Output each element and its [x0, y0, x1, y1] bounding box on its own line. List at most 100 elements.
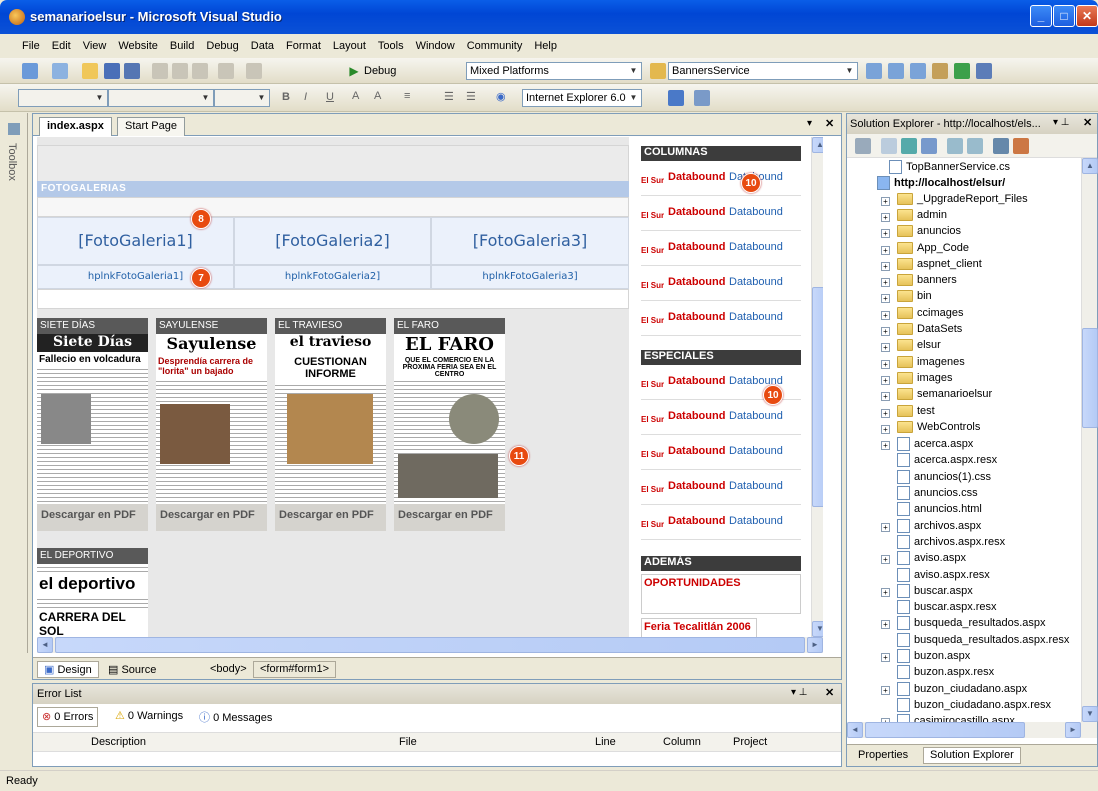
scroll-left-icon[interactable]: ◄ [847, 722, 863, 738]
tab-index-aspx[interactable]: index.aspx [39, 117, 112, 136]
especiales-row[interactable]: El Sur Databound Databound [641, 506, 801, 540]
databound-link[interactable]: Databound [729, 410, 783, 422]
forecolor-icon[interactable]: A [352, 90, 359, 102]
expand-icon[interactable]: + [881, 392, 890, 402]
backcolor-icon[interactable]: A [374, 90, 381, 102]
find-icon[interactable] [866, 63, 882, 79]
tree-item[interactable]: anuncios.css [897, 486, 978, 502]
window-dropdown-icon[interactable]: ▾ [807, 118, 812, 129]
col-project[interactable]: Project [733, 736, 767, 748]
oportunidades-box[interactable]: OPORTUNIDADES [641, 574, 801, 614]
columnas-row[interactable]: El SurDataboundDatabound [641, 162, 801, 196]
menu-file[interactable]: File [0, 34, 46, 58]
scroll-up-icon[interactable]: ▲ [1082, 158, 1098, 174]
maximize-button[interactable]: □ [1053, 5, 1075, 27]
menu-view[interactable]: View [77, 34, 113, 58]
design-view-button[interactable]: ▣ Design [37, 661, 99, 678]
tree-item[interactable]: bin [897, 290, 932, 306]
tree-item[interactable]: images [897, 372, 952, 388]
tree-item[interactable]: anuncios(1).css [897, 469, 991, 486]
refresh-icon[interactable] [901, 138, 917, 154]
tree-item[interactable]: test [897, 405, 935, 421]
databound-link[interactable]: Databound [729, 241, 783, 253]
nest-files-icon[interactable] [921, 138, 937, 154]
tree-item[interactable]: buzon_ciudadano.aspx.resx [897, 697, 1051, 714]
tag-body[interactable]: <body> [203, 661, 254, 678]
especiales-row[interactable]: El Sur Databound Databound [641, 436, 801, 470]
expand-icon[interactable]: + [881, 441, 890, 451]
view-designer-icon[interactable] [967, 138, 983, 154]
tree-horizontal-scrollbar[interactable]: ◄ ► [847, 722, 1097, 738]
panel-dropdown-icon[interactable]: ▾ ⊥ [791, 687, 808, 698]
pdf-link[interactable]: Descargar en PDF [37, 504, 148, 531]
start-debug-icon[interactable]: ▶ [346, 63, 362, 79]
pdf-link[interactable]: Descargar en PDF [275, 504, 386, 531]
validation-icon[interactable] [668, 90, 684, 106]
copy-website-icon[interactable] [993, 138, 1009, 154]
scroll-right-icon[interactable]: ► [1065, 722, 1081, 738]
underline-icon[interactable]: U [326, 91, 334, 103]
expand-icon[interactable]: + [881, 261, 890, 271]
properties-icon[interactable] [910, 63, 926, 79]
properties-icon[interactable] [855, 138, 871, 154]
expand-icon[interactable]: + [881, 587, 890, 597]
design-horizontal-scrollbar[interactable]: ◄ ► [37, 637, 823, 653]
databound-link[interactable]: Databound [729, 515, 783, 527]
messages-filter-button[interactable]: ⓘ 0 Messages [195, 707, 276, 727]
especiales-row[interactable]: El Sur Databound Databound [641, 401, 801, 435]
expand-icon[interactable]: + [881, 685, 890, 695]
menu-data[interactable]: Data [245, 34, 280, 58]
menu-website[interactable]: Website [112, 34, 164, 58]
expand-icon[interactable]: + [881, 343, 890, 353]
tree-item[interactable]: App_Code [897, 242, 969, 258]
col-column[interactable]: Column [663, 736, 701, 748]
tree-item[interactable]: semanarioelsur [897, 388, 992, 404]
tree-item[interactable]: imagenes [897, 356, 965, 372]
menu-edit[interactable]: Edit [46, 34, 77, 58]
solution-explorer-icon[interactable] [888, 63, 904, 79]
expand-icon[interactable]: + [881, 375, 890, 385]
tag-form[interactable]: <form#form1> [253, 661, 337, 678]
scroll-left-icon[interactable]: ◄ [37, 637, 53, 653]
menu-window[interactable]: Window [410, 34, 461, 58]
scroll-down-icon[interactable]: ▼ [1082, 706, 1098, 722]
platform-select[interactable]: Mixed Platforms ▼ [466, 62, 642, 80]
size-select[interactable]: ▼ [214, 89, 270, 107]
expand-icon[interactable]: + [881, 278, 890, 288]
expand-icon[interactable]: + [881, 359, 890, 369]
expand-icon[interactable]: + [881, 229, 890, 239]
expand-icon[interactable]: + [881, 424, 890, 434]
h-scroll-thumb[interactable] [55, 637, 805, 653]
paper-cover-image[interactable]: Siete Días Fallecio en volcadura [37, 334, 148, 504]
panel-dropdown-icon[interactable]: ▾ ⊥ [1053, 117, 1070, 128]
pdf-link[interactable]: Descargar en PDF [394, 504, 505, 531]
toolbox-strip[interactable]: Toolbox [0, 113, 28, 653]
tree-item[interactable]: buzon.aspx [897, 649, 970, 665]
menu-tools[interactable]: Tools [372, 34, 410, 58]
databound-link[interactable]: Databound [729, 206, 783, 218]
scroll-thumb[interactable] [1082, 328, 1098, 428]
menu-community[interactable]: Community [461, 34, 529, 58]
tab-properties[interactable]: Properties [851, 747, 916, 764]
design-vertical-scrollbar[interactable]: ▲ ▼ [811, 137, 823, 637]
tree-item[interactable]: TopBannerService.cs [889, 160, 1010, 176]
tree-item[interactable]: archivos.aspx [897, 518, 981, 535]
databound-link[interactable]: Databound [729, 276, 783, 288]
undo-icon[interactable] [218, 63, 234, 79]
new-project-icon[interactable] [22, 63, 38, 79]
tree-item[interactable]: elsur [897, 339, 941, 355]
gallery-link-2[interactable]: hplnkFotoGaleria2] [234, 265, 431, 289]
save-all-icon[interactable] [124, 63, 140, 79]
tab-start-page[interactable]: Start Page [117, 117, 185, 136]
tree-item[interactable]: banners [897, 274, 957, 290]
numbered-list-icon[interactable]: ☰ [444, 90, 454, 103]
tab-solution-explorer[interactable]: Solution Explorer [923, 747, 1021, 764]
expand-icon[interactable]: + [881, 408, 890, 418]
expand-icon[interactable]: + [881, 555, 890, 565]
bullet-list-icon[interactable]: ☰ [466, 90, 476, 103]
style-select[interactable]: ▼ [18, 89, 108, 107]
warnings-filter-button[interactable]: ⚠ 0 Warnings [111, 707, 187, 727]
add-item-icon[interactable] [52, 63, 68, 79]
more-icon[interactable] [976, 63, 992, 79]
tree-item[interactable]: http://localhost/elsur/ [877, 176, 1005, 192]
